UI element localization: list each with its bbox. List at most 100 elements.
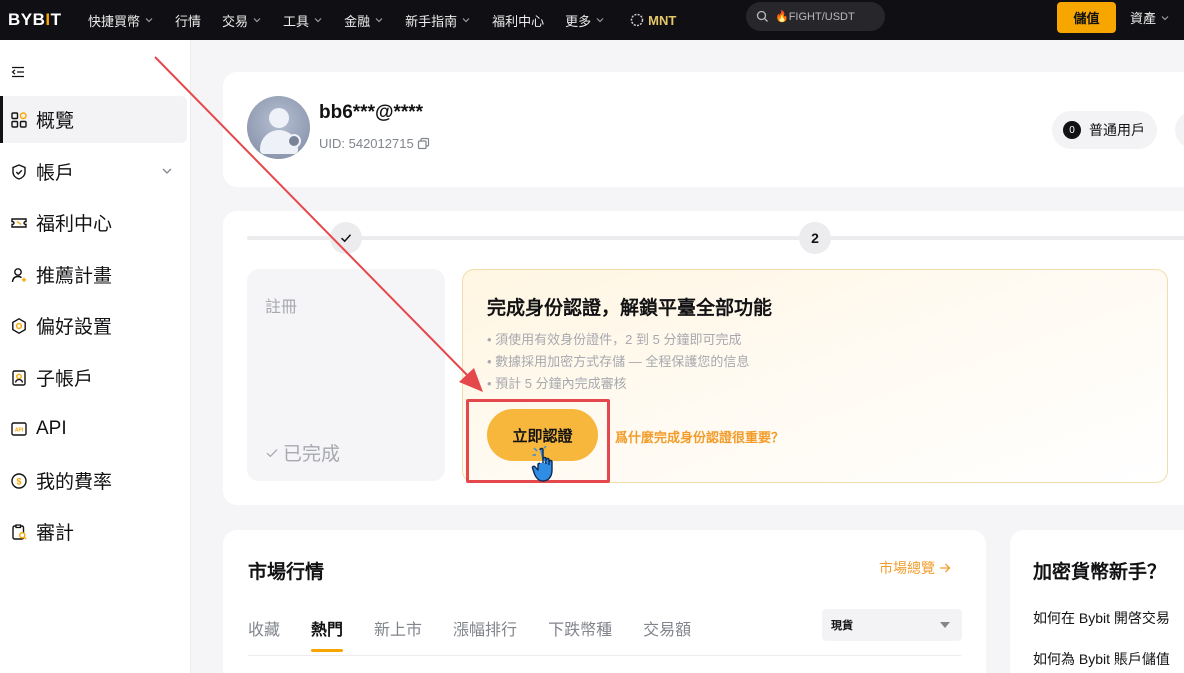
check-icon [340,234,352,243]
sidebar-item-rewards-hub[interactable]: 福利中心 [0,199,187,246]
avatar-edit-badge [287,134,301,148]
avatar-head [269,108,289,128]
sidebar-item-label: 偏好設置 [36,317,113,338]
search-placeholder: 🔥FIGHT/USDT [775,11,855,23]
tab-favorites[interactable]: 收藏 [248,616,280,652]
svg-text:API: API [15,427,24,433]
kyc-title: 完成身份認證，解鎖平臺全部功能 [487,298,773,319]
step-one-indicator [330,222,362,254]
kyc-benefits-list: 須使用有效身份證件，2 到 5 分鐘即可完成 數據採用加密方式存儲 — 全程保護… [487,329,749,395]
nav-trade[interactable]: 交易 [222,11,262,30]
account-type-label: 普通用戶 [1089,122,1145,138]
main-nav: 快捷買幣 行情 交易 工具 金融 新手指南 福利中心 更多 MNT [88,0,676,40]
nav-finance[interactable]: 金融 [344,11,384,30]
nav-mnt[interactable]: MNT [630,13,676,28]
account-level-icon: 0 [1063,121,1081,139]
newbie-link[interactable]: 如何為 Bybit 賬戶儲值 [1033,649,1170,669]
svg-text:$: $ [16,476,21,486]
audit-icon [12,523,27,540]
deposit-button[interactable]: 儲值 [1057,2,1116,33]
tab-volume[interactable]: 交易額 [643,616,691,652]
bybit-logo[interactable]: BYB I T [0,10,88,30]
nav-label: 新手指南 [405,13,458,29]
nav-tools[interactable]: 工具 [283,11,323,30]
market-overview-link[interactable]: 市場總覽 [879,558,951,578]
user-add-icon [11,267,27,282]
account-more-badge[interactable] [1175,111,1184,149]
market-type-select[interactable]: 現貨 [822,609,962,641]
logo-text-main: BYB [8,10,46,29]
register-step-status: 已完成 [265,439,340,466]
assets-menu[interactable]: 資產 [1130,0,1170,35]
account-type-badge[interactable]: 0 普通用戶 [1052,111,1157,149]
profile-card: bb6***@**** UID: 542012715 0 普通用戶 [223,72,1184,187]
nav-markets[interactable]: 行情 [175,11,201,30]
copy-icon[interactable] [417,137,430,150]
chevron-down-icon [596,18,604,23]
tab-top-gainers[interactable]: 漲幅排行 [453,616,517,652]
nav-more[interactable]: 更多 [565,11,605,30]
sidebar-item-preferences[interactable]: 偏好設置 [0,302,187,349]
verification-card: 2 註冊 已完成 完成身份認證，解鎖平臺全部功能 須使用有效身份證件，2 到 5… [223,211,1184,505]
newbie-link[interactable]: 如何在 Bybit 開啓交易 [1033,608,1170,628]
top-navigation-bar: BYB I T 快捷買幣 行情 交易 工具 金融 新手指南 福利中心 更多 MNT … [0,0,1184,40]
why-verify-link[interactable]: 爲什麼完成身份認證很重要？ [615,427,784,446]
grid-icon [11,111,27,128]
sidebar-item-account[interactable]: 帳戶 [0,148,187,195]
sidebar-item-api[interactable]: API API [0,405,187,452]
sidebar-item-label: 審計 [36,523,75,544]
verification-progress-track [247,236,1184,240]
sidebar-item-overview[interactable]: 概覽 [0,96,187,143]
tab-new-listings[interactable]: 新上市 [374,616,422,652]
chevron-down-icon [314,18,322,23]
api-icon: API [11,421,27,436]
sidebar-item-label: 子帳戶 [36,369,94,390]
newbie-title: 加密貨幣新手？ [1033,562,1167,583]
sidebar-collapse-icon[interactable] [11,66,25,78]
nav-label: 快捷買幣 [88,13,141,29]
sidebar-item-label: 推薦計畫 [36,266,113,287]
sidebar-item-subaccount[interactable]: 子帳戶 [0,354,187,401]
id-card-icon [12,369,26,386]
tabs-divider [248,655,961,656]
chevron-down-icon [162,168,172,174]
hand-cursor-icon [531,446,553,482]
shield-icon [12,163,26,180]
nav-label: 金融 [344,13,371,29]
chevron-down-icon [1161,15,1169,20]
nav-label: 工具 [283,13,310,29]
sidebar-item-label: 福利中心 [36,214,113,235]
sidebar-item-audit[interactable]: 審計 [0,508,187,555]
newbie-card: 加密貨幣新手？ 如何在 Bybit 開啓交易 如何為 Bybit 賬戶儲值 [1010,530,1184,673]
check-icon [266,448,278,457]
tab-hot[interactable]: 熱門 [311,616,344,652]
market-tabs: 收藏 熱門 新上市 漲幅排行 下跌幣種 交易額 [248,616,722,652]
market-overview-label: 市場總覽 [879,560,935,576]
nav-label: 福利中心 [492,13,545,29]
coin-icon: $ [11,472,27,489]
sidebar-item-label: 概覽 [36,111,75,132]
assets-label: 資產 [1130,11,1157,26]
nav-label: 更多 [565,13,592,29]
nav-beginner-guide[interactable]: 新手指南 [405,11,471,30]
nav-rewards-hub[interactable]: 福利中心 [492,11,544,30]
sidebar-item-fee-rates[interactable]: $ 我的費率 [0,457,187,504]
chevron-down-icon [253,18,261,23]
market-card: 市場行情 市場總覽 收藏 熱門 新上市 漲幅排行 下跌幣種 交易額 現貨 [223,530,986,673]
logo-text-end: T [50,10,62,29]
sidebar: 概覽 帳戶 福利中心 推薦計畫 偏好設置 子帳戶 API API $ 我的費率 … [0,40,191,673]
nav-quick-buy[interactable]: 快捷買幣 [88,11,154,30]
arrow-right-icon [940,563,951,573]
dropdown-triangle-icon [940,622,950,628]
list-item: 須使用有效身份證件，2 到 5 分鐘即可完成 [487,329,749,351]
search-input[interactable]: 🔥FIGHT/USDT [746,2,885,31]
list-item: 預計 5 分鐘內完成審核 [487,373,749,395]
market-type-value: 現貨 [831,620,853,632]
ticket-icon [11,217,27,228]
mnt-label: MNT [648,12,677,28]
sidebar-item-referral[interactable]: 推薦計畫 [0,251,187,298]
chevron-down-icon [145,18,153,23]
nav-label: 交易 [222,13,249,29]
avatar[interactable] [247,96,310,159]
tab-top-losers[interactable]: 下跌幣種 [548,616,612,652]
